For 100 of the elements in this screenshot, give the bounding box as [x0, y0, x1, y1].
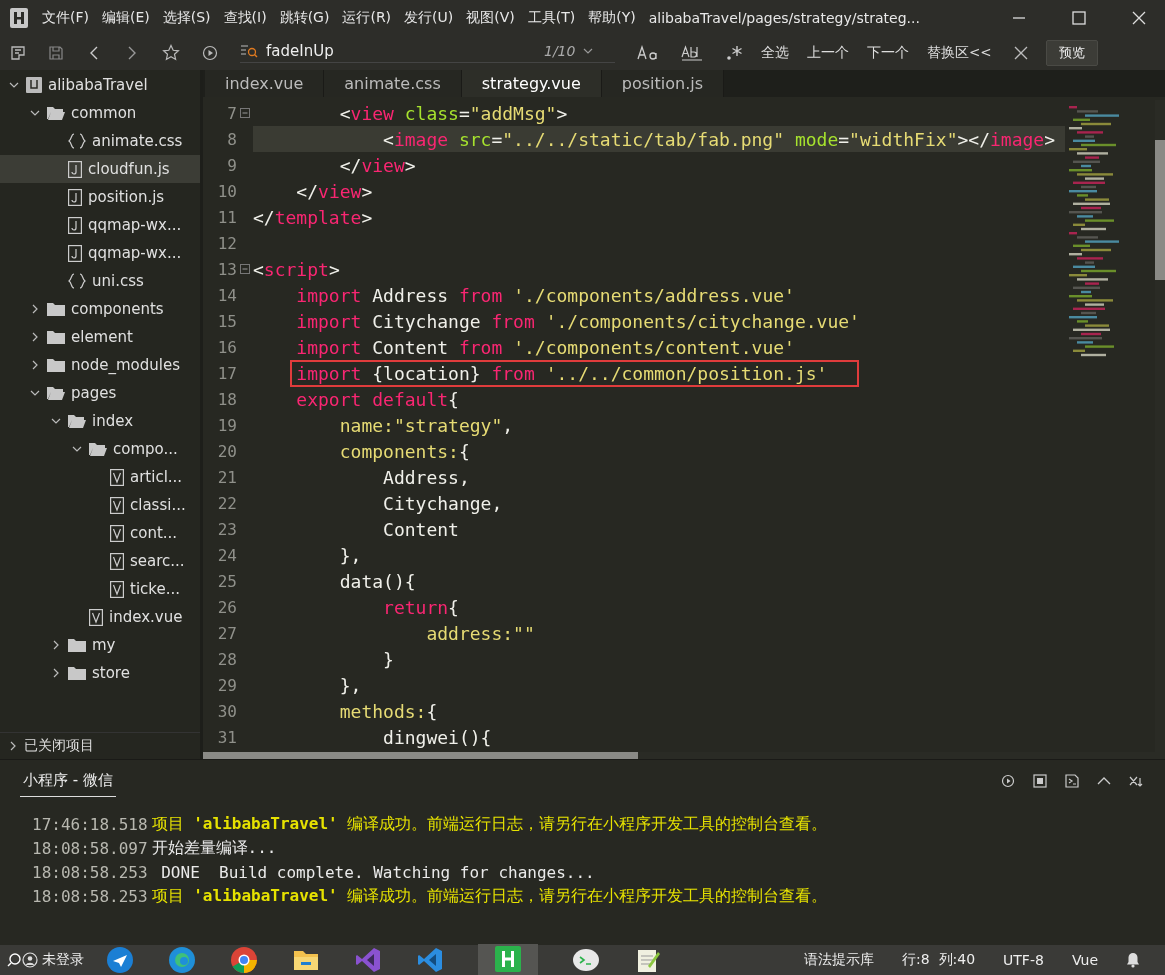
- status-item[interactable]: Vue: [1071, 952, 1098, 968]
- restart-icon[interactable]: [1001, 774, 1015, 788]
- menu-item[interactable]: 帮助(Y): [588, 8, 636, 27]
- chevron-down-icon[interactable]: [30, 108, 40, 118]
- tree-item[interactable]: index: [0, 407, 200, 435]
- app-icon[interactable]: [494, 944, 522, 973]
- tree-item[interactable]: ticke...: [0, 575, 200, 603]
- fold-icon[interactable]: [240, 264, 250, 274]
- code-line: Address,: [382, 465, 471, 490]
- chevron-down-icon[interactable]: [72, 444, 82, 454]
- maximize-icon[interactable]: [1071, 9, 1087, 26]
- folder-icon: [68, 638, 86, 652]
- console-tab[interactable]: 小程序 - 微信: [20, 765, 116, 797]
- tree-item[interactable]: my: [0, 631, 200, 659]
- find-action-button[interactable]: 全选: [761, 43, 789, 62]
- find-action-button[interactable]: 下一个: [867, 43, 909, 62]
- menu-item[interactable]: 文件(F): [42, 8, 89, 27]
- menu-item[interactable]: 发行(U): [404, 8, 454, 27]
- menu-item[interactable]: 运行(R): [342, 8, 392, 27]
- run-icon[interactable]: [202, 44, 218, 61]
- whole-word-icon[interactable]: [681, 43, 703, 62]
- fold-icon[interactable]: [240, 108, 250, 118]
- chevron-down-icon[interactable]: [9, 80, 19, 90]
- menu-item[interactable]: 视图(V): [466, 8, 515, 27]
- find-action-button[interactable]: 替换区<<: [927, 43, 992, 62]
- chevron-right-icon[interactable]: [30, 360, 40, 370]
- closed-projects-label[interactable]: 已关闭项目: [24, 737, 94, 755]
- match-case-icon[interactable]: [637, 44, 659, 61]
- tree-item[interactable]: animate.css: [0, 127, 200, 155]
- tree-item[interactable]: uni.css: [0, 267, 200, 295]
- tree-item[interactable]: common: [0, 99, 200, 127]
- chat-bubble-icon[interactable]: [572, 946, 600, 974]
- line-number: 15: [217, 311, 237, 331]
- tree-item[interactable]: qqmap-wx...: [0, 239, 200, 267]
- chevron-down-icon[interactable]: [51, 416, 61, 426]
- stop-icon[interactable]: [1033, 774, 1047, 788]
- code-line: data(){: [338, 569, 417, 594]
- chevron-right-icon[interactable]: [30, 332, 40, 342]
- file-tab[interactable]: position.js: [601, 70, 724, 97]
- file-tab[interactable]: strategy.vue: [461, 70, 602, 97]
- file-tab[interactable]: index.vue: [205, 70, 325, 97]
- tree-item[interactable]: compo...: [0, 435, 200, 463]
- close-icon[interactable]: [1131, 9, 1147, 26]
- tree-item[interactable]: element: [0, 323, 200, 351]
- preview-button[interactable]: 预览: [1045, 39, 1098, 66]
- menu-item[interactable]: 选择(S): [162, 8, 211, 27]
- tree-item[interactable]: qqmap-wx...: [0, 211, 200, 239]
- dropdown-caret-icon[interactable]: [583, 47, 594, 55]
- scrollbar-thumb[interactable]: [203, 752, 638, 759]
- tree-item[interactable]: node_modules: [0, 351, 200, 379]
- tree-item[interactable]: classi...: [0, 491, 200, 519]
- file-tab[interactable]: animate.css: [324, 70, 462, 97]
- chevron-right-icon[interactable]: [51, 668, 61, 678]
- tree-item[interactable]: alibabaTravel: [0, 71, 200, 99]
- tree-item[interactable]: cloudfun.js: [0, 155, 200, 183]
- save-icon[interactable]: [48, 44, 64, 61]
- code-line: import Citychange from './components/citychange.vue': [295, 309, 861, 334]
- tree-item[interactable]: articl...: [0, 463, 200, 491]
- chevron-down-icon[interactable]: [30, 388, 40, 398]
- tree-item[interactable]: cont...: [0, 519, 200, 547]
- tree-item[interactable]: store: [0, 659, 200, 687]
- status-item[interactable]: 行:8 列:40: [902, 951, 976, 969]
- code-line: dingwei(){: [382, 725, 493, 750]
- log-message: 项目 'alibabaTravel' 编译成功。前端运行日志，请另行在小程序开发工具的控制台查看。: [151, 885, 828, 907]
- tree-item[interactable]: index.vue: [0, 603, 200, 631]
- tree-item[interactable]: pages: [0, 379, 200, 407]
- chevron-right-icon[interactable]: [8, 741, 18, 751]
- close-icon[interactable]: [1013, 45, 1028, 60]
- browser-icon[interactable]: [168, 946, 196, 974]
- new-file-icon[interactable]: [10, 44, 26, 61]
- line-number: 29: [217, 675, 237, 695]
- vue-file-icon: [110, 580, 124, 598]
- line-number: 14: [217, 285, 237, 305]
- menu-item[interactable]: 查找(I): [223, 8, 267, 27]
- bell-icon[interactable]: [1126, 952, 1140, 968]
- find-field[interactable]: fadeInUp: [266, 42, 536, 60]
- menu-item[interactable]: 工具(T): [527, 8, 576, 27]
- code-editor-icon[interactable]: [416, 946, 444, 974]
- close-panel-icon[interactable]: [1129, 774, 1145, 788]
- clear-console-icon[interactable]: [1065, 774, 1079, 788]
- find-action-button[interactable]: 上一个: [807, 43, 849, 62]
- bird-app-icon[interactable]: [106, 946, 134, 974]
- ide-icon[interactable]: [354, 946, 382, 974]
- chrome-icon[interactable]: [230, 946, 258, 974]
- line-number: 27: [217, 623, 237, 643]
- chevron-right-icon[interactable]: [51, 640, 61, 650]
- regex-icon[interactable]: [725, 43, 743, 62]
- menu-item[interactable]: 跳转(G): [279, 8, 330, 27]
- menu-item[interactable]: 编辑(E): [102, 8, 150, 27]
- tree-item[interactable]: searc...: [0, 547, 200, 575]
- code-line: Citychange,: [382, 491, 504, 516]
- status-item[interactable]: 语法提示库: [804, 951, 874, 969]
- scrollbar-thumb[interactable]: [1155, 140, 1165, 280]
- tree-item[interactable]: components: [0, 295, 200, 323]
- chevron-right-icon[interactable]: [30, 304, 40, 314]
- account-label[interactable]: 未登录: [42, 951, 84, 969]
- search-icon[interactable]: [6, 952, 22, 968]
- tree-item[interactable]: position.js: [0, 183, 200, 211]
- star-icon[interactable]: [162, 43, 180, 62]
- status-item[interactable]: UTF-8: [1003, 952, 1044, 968]
